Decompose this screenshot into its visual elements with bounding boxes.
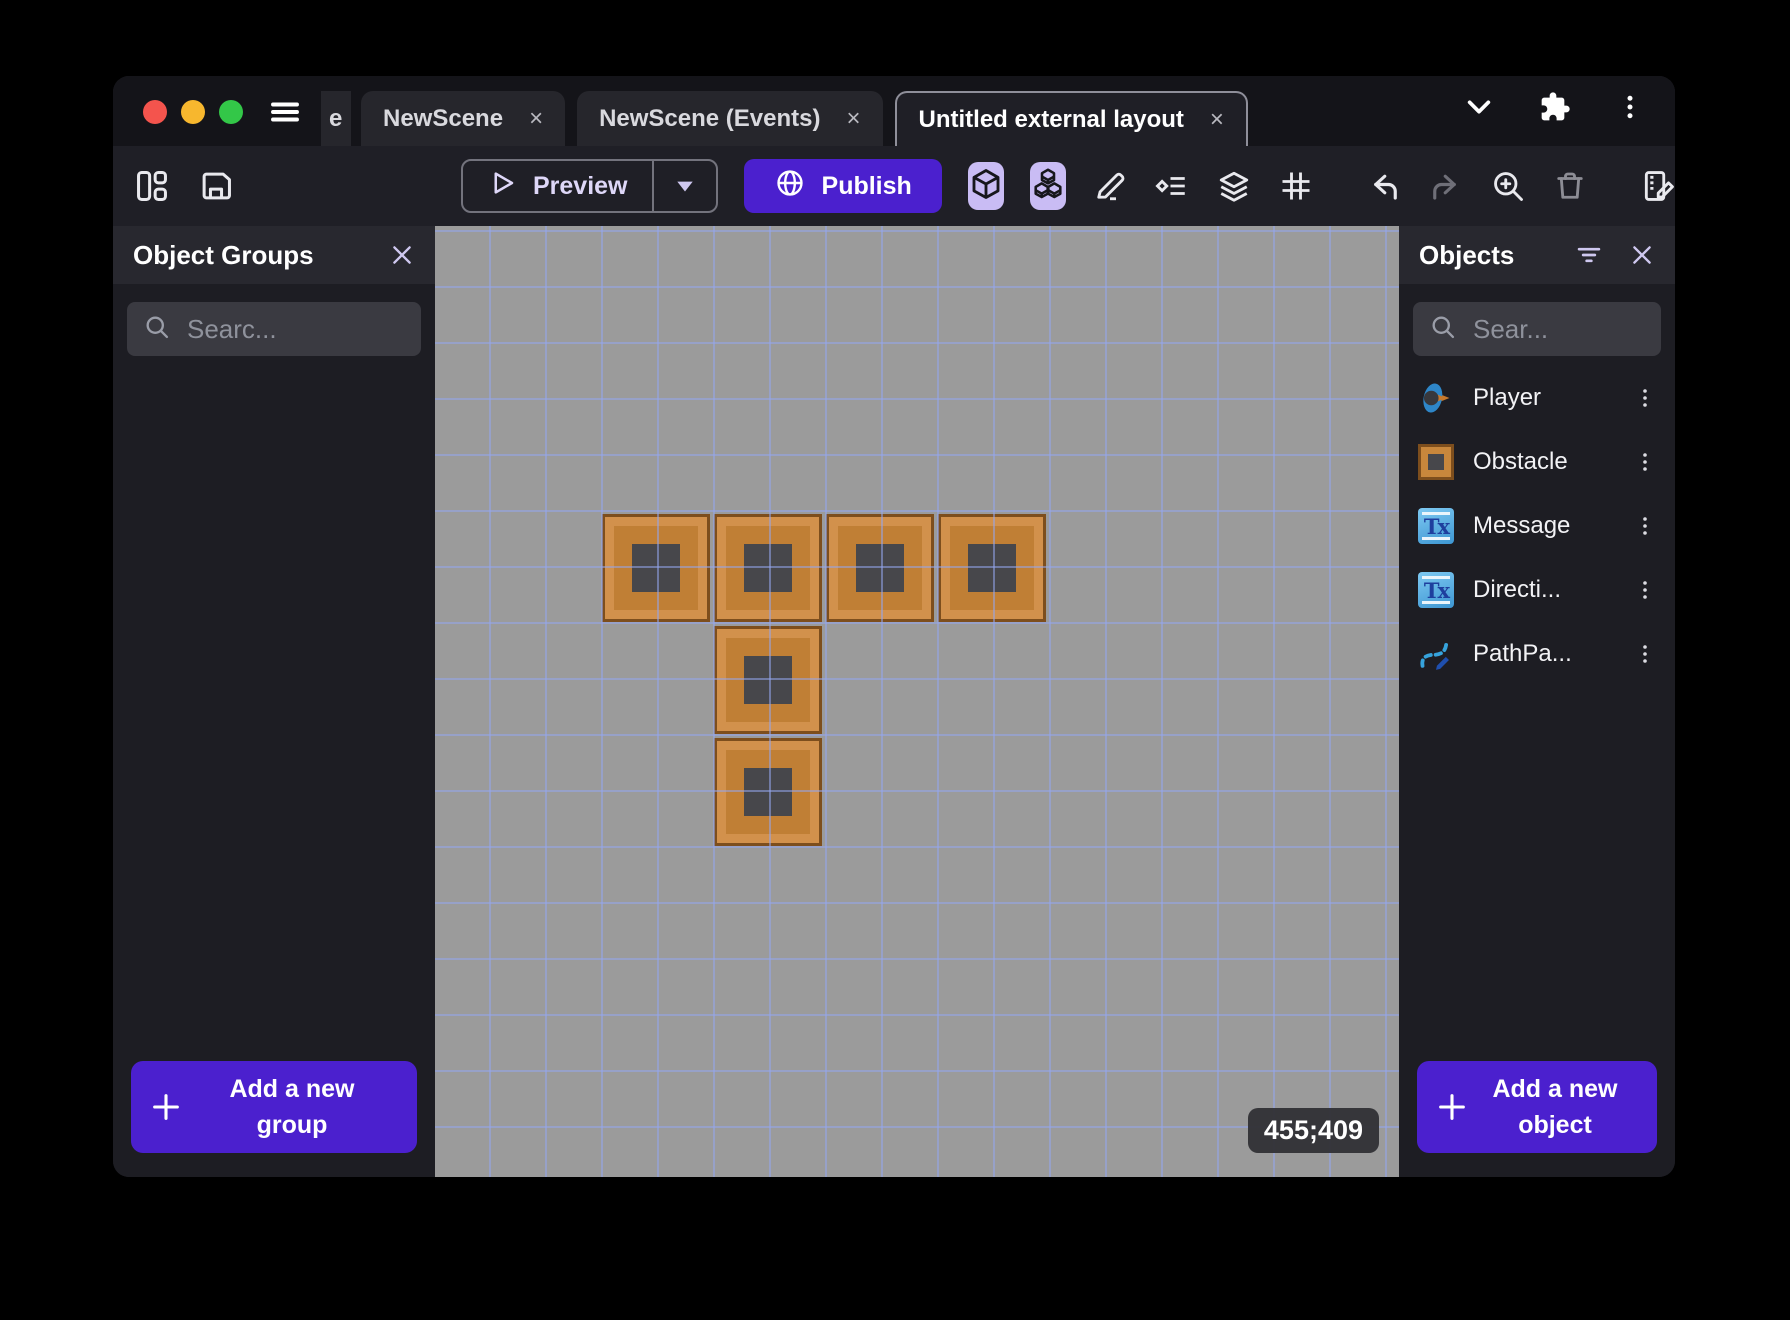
instances-list-icon[interactable] (1154, 168, 1190, 204)
groups-search[interactable] (127, 302, 421, 356)
object-row-obstacle[interactable]: Obstacle (1399, 430, 1675, 494)
redo-icon[interactable] (1428, 168, 1464, 204)
scene-canvas[interactable]: 455;409 (435, 226, 1399, 1177)
object-groups-panel: Object Groups Add a new group (113, 226, 435, 1177)
panel-title: Object Groups (133, 240, 314, 271)
maximize-window-button[interactable] (219, 100, 243, 124)
objects-panel-toggle[interactable] (968, 162, 1004, 210)
grid-overlay (435, 226, 1399, 1177)
publish-button-label: Publish (822, 172, 912, 201)
obstacle-instance[interactable] (714, 514, 822, 622)
search-icon (143, 313, 171, 346)
main-area: Object Groups Add a new group (113, 226, 1675, 1177)
close-icon[interactable] (1629, 242, 1655, 268)
layers-icon[interactable] (1216, 168, 1252, 204)
preview-button-label: Preview (533, 172, 628, 201)
close-icon[interactable] (389, 242, 415, 268)
object-row-directions[interactable]: Tx Directi... (1399, 558, 1675, 622)
add-group-button[interactable]: Add a new group (131, 1061, 417, 1153)
panel-title: Objects (1419, 240, 1514, 271)
tab-partial[interactable]: e (321, 91, 351, 146)
object-label: Directi... (1473, 576, 1615, 604)
kebab-menu-icon[interactable] (1633, 450, 1657, 474)
groups-search-input[interactable] (187, 314, 405, 345)
pencil-icon[interactable] (1092, 168, 1128, 204)
kebab-menu-icon[interactable] (1615, 92, 1645, 127)
traffic-lights (143, 100, 243, 124)
app-window: e NewScene × NewScene (Events) × Untitle… (113, 76, 1675, 1177)
objects-header: Objects (1399, 226, 1675, 284)
object-label: PathPa... (1473, 640, 1615, 668)
add-object-label: Add a new object (1479, 1071, 1639, 1144)
objects-search[interactable] (1413, 302, 1661, 356)
kebab-menu-icon[interactable] (1633, 642, 1657, 666)
zoom-in-icon[interactable] (1490, 168, 1526, 204)
close-window-button[interactable] (143, 100, 167, 124)
hamburger-icon[interactable] (267, 94, 303, 130)
undo-icon[interactable] (1366, 168, 1402, 204)
obstacle-object-icon (1417, 443, 1455, 481)
obstacle-instance[interactable] (602, 514, 710, 622)
preview-button[interactable]: Preview (463, 168, 652, 205)
close-tab-icon[interactable]: × (847, 105, 861, 133)
kebab-menu-icon[interactable] (1633, 386, 1657, 410)
objects-search-input[interactable] (1473, 314, 1645, 345)
plus-icon (1435, 1090, 1469, 1124)
add-object-button[interactable]: Add a new object (1417, 1061, 1657, 1153)
groups-list-empty (113, 366, 435, 1047)
toolbar: Preview Publish (113, 146, 1675, 226)
path-object-icon (1417, 635, 1455, 673)
cubes-icon (1030, 166, 1066, 207)
object-groups-header: Object Groups (113, 226, 435, 284)
tab-label: e (329, 105, 342, 133)
object-label: Obstacle (1473, 448, 1615, 476)
project-manager-icon[interactable] (133, 167, 171, 205)
obstacle-instance[interactable] (938, 514, 1046, 622)
obstacle-instance[interactable] (714, 738, 822, 846)
puzzle-icon[interactable] (1539, 91, 1571, 128)
object-row-pathpainter[interactable]: PathPa... (1399, 622, 1675, 686)
preview-dropdown-button[interactable] (654, 175, 716, 197)
tab-newscene-events[interactable]: NewScene (Events) × (577, 91, 882, 146)
cube-icon (968, 166, 1004, 207)
search-icon (1429, 313, 1457, 346)
tab-bar: e NewScene × NewScene (Events) × Untitle… (113, 76, 1675, 146)
preview-split-button: Preview (461, 159, 718, 213)
cursor-coordinates-badge: 455;409 (1248, 1108, 1379, 1153)
filter-icon[interactable] (1575, 241, 1603, 269)
obstacle-instance[interactable] (714, 626, 822, 734)
add-group-label: Add a new group (193, 1071, 399, 1144)
minimize-window-button[interactable] (181, 100, 205, 124)
close-tab-icon[interactable]: × (1210, 106, 1224, 134)
chevron-down-icon[interactable] (1463, 91, 1495, 128)
objects-list: Player Obstacle Tx Message (1399, 366, 1675, 1047)
trash-icon[interactable] (1552, 168, 1588, 204)
object-row-player[interactable]: Player (1399, 366, 1675, 430)
grid-icon[interactable] (1278, 168, 1314, 204)
text-object-icon: Tx (1417, 571, 1455, 609)
tab-label: Untitled external layout (919, 106, 1184, 134)
text-object-icon: Tx (1417, 507, 1455, 545)
obstacle-instance[interactable] (826, 514, 934, 622)
player-object-icon (1417, 379, 1455, 417)
object-label: Player (1473, 384, 1615, 412)
globe-icon (774, 167, 806, 206)
tabbar-actions (1463, 91, 1645, 128)
close-tab-icon[interactable]: × (529, 105, 543, 133)
tab-label: NewScene (Events) (599, 105, 820, 133)
publish-button[interactable]: Publish (744, 159, 942, 213)
edit-properties-icon[interactable] (1640, 167, 1675, 205)
objects-panel: Objects Pla (1399, 226, 1675, 1177)
object-label: Message (1473, 512, 1615, 540)
instances-panel-toggle[interactable] (1030, 162, 1066, 210)
tab-newscene[interactable]: NewScene × (361, 91, 565, 146)
tab-untitled-external-layout[interactable]: Untitled external layout × (895, 91, 1248, 146)
object-row-message[interactable]: Tx Message (1399, 494, 1675, 558)
kebab-menu-icon[interactable] (1633, 578, 1657, 602)
plus-icon (149, 1090, 183, 1124)
kebab-menu-icon[interactable] (1633, 514, 1657, 538)
play-icon (487, 168, 517, 205)
save-icon[interactable] (197, 167, 235, 205)
tab-label: NewScene (383, 105, 503, 133)
